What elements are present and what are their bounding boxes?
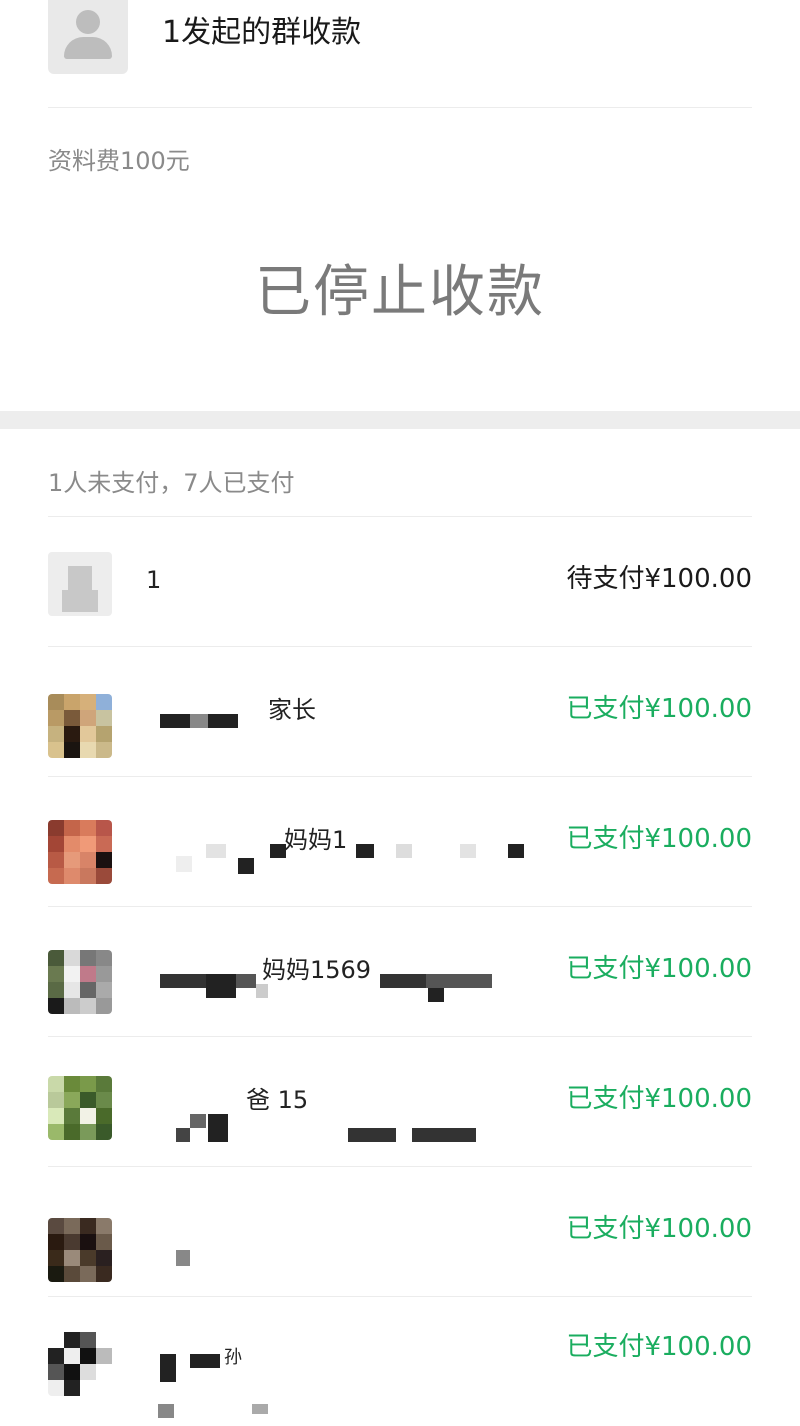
member-row[interactable]: 妈妈1569 已支付¥100.00 [0,906,800,1036]
member-name: 1 [146,566,162,594]
member-row[interactable]: 已支付¥100.00 [0,1166,800,1296]
section-separator [0,411,800,429]
avatar [48,1332,112,1396]
member-name: 家长 [268,696,316,724]
divider [48,516,752,517]
member-row[interactable]: 孙 已支付¥100.00 [0,1296,800,1426]
member-name: 妈妈1 [284,826,348,854]
collection-status: 已停止收款 [255,260,545,325]
member-row[interactable]: 1 待支付¥100.00 [0,516,800,646]
divider [48,1296,752,1297]
payment-status: 已支付¥100.00 [566,694,752,724]
divider [48,1036,752,1037]
header: 1发起的群收款 [0,0,800,108]
avatar [48,1076,112,1140]
avatar [48,820,112,884]
default-avatar-icon[interactable] [48,0,128,74]
payment-status: 已支付¥100.00 [566,1332,752,1362]
payment-status: 已支付¥100.00 [566,1084,752,1114]
member-row[interactable]: 爸 15 已支付¥100.00 [0,1036,800,1166]
member-row[interactable]: 家长 已支付¥100.00 [0,646,800,776]
collection-note: 资料费100元 [48,147,190,175]
divider [48,906,752,907]
divider [48,107,752,108]
avatar [48,1218,112,1282]
member-name: 孙 [224,1347,242,1368]
avatar [48,552,112,616]
member-name: 爸 15 [246,1086,309,1114]
divider [48,1166,752,1167]
payment-status: 已支付¥100.00 [566,954,752,984]
payment-status: 已支付¥100.00 [566,824,752,854]
payment-summary: 1人未支付，7人已支付 [48,469,295,497]
member-name: 妈妈1569 [262,956,372,984]
page-title: 1发起的群收款 [162,15,362,50]
avatar [48,950,112,1014]
payment-status: 待支付¥100.00 [566,564,752,594]
avatar [48,694,112,758]
divider [48,776,752,777]
member-row[interactable]: 妈妈1 已支付¥100.00 [0,776,800,906]
divider [48,646,752,647]
payment-status: 已支付¥100.00 [566,1214,752,1244]
